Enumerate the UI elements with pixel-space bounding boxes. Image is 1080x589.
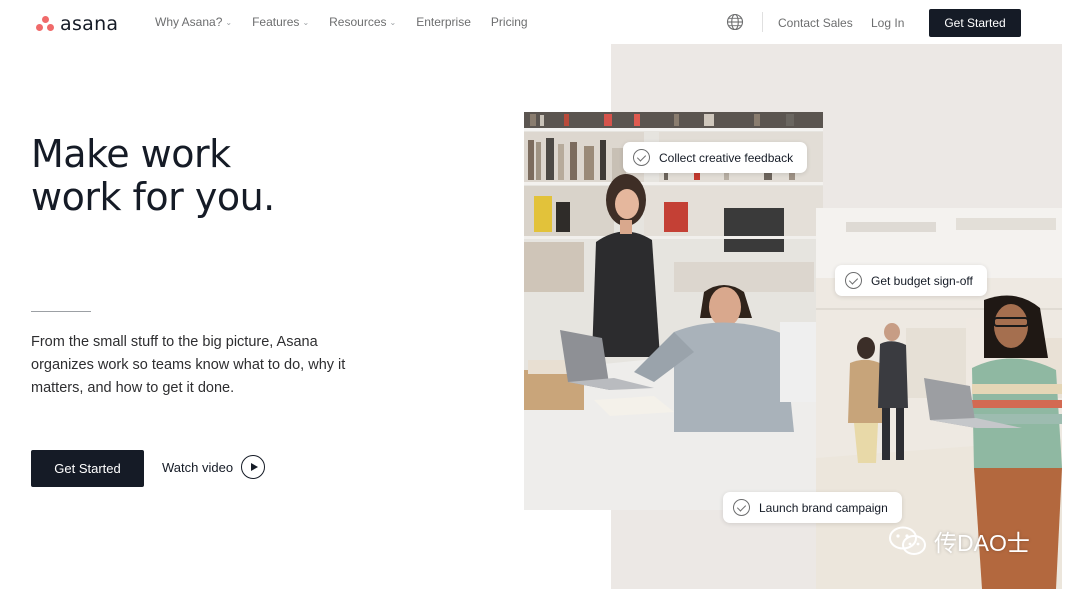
contact-sales-link[interactable]: Contact Sales bbox=[778, 16, 853, 30]
chevron-down-icon: ⌄ bbox=[389, 18, 397, 27]
nav-item-why-asana[interactable]: Why Asana? ⌄ bbox=[155, 15, 232, 29]
top-nav: asana Why Asana? ⌄ Features ⌄ Resources … bbox=[0, 0, 1080, 46]
watch-video-label: Watch video bbox=[162, 459, 234, 475]
task-label: Collect creative feedback bbox=[659, 150, 794, 165]
nav-item-label: Why Asana? bbox=[155, 15, 223, 29]
asana-logo[interactable]: asana bbox=[36, 13, 118, 35]
task-label: Launch brand campaign bbox=[759, 500, 888, 515]
nav-item-pricing[interactable]: Pricing bbox=[491, 15, 528, 29]
headline-line-1: Make work bbox=[31, 132, 231, 176]
check-circle-icon bbox=[845, 272, 862, 289]
watch-video-button[interactable]: Watch video bbox=[162, 455, 266, 479]
right-edge-gap bbox=[1062, 44, 1080, 589]
play-circle-icon bbox=[241, 455, 266, 479]
primary-nav: Why Asana? ⌄ Features ⌄ Resources ⌄ Ente… bbox=[155, 15, 548, 29]
wechat-watermark: 传DAO士 bbox=[888, 524, 1030, 558]
nav-item-features[interactable]: Features ⌄ bbox=[252, 15, 309, 29]
nav-item-enterprise[interactable]: Enterprise bbox=[416, 15, 471, 29]
nav-item-label: Resources bbox=[329, 15, 387, 29]
hero-divider bbox=[31, 311, 91, 312]
logo-wordmark: asana bbox=[60, 13, 119, 35]
nav-item-label: Features bbox=[252, 15, 300, 29]
nav-item-label: Pricing bbox=[490, 15, 528, 29]
logo-dots-icon bbox=[36, 16, 54, 32]
task-chip-launch-campaign: Launch brand campaign bbox=[723, 492, 902, 523]
chevron-down-icon: ⌄ bbox=[302, 18, 310, 27]
globe-icon[interactable] bbox=[726, 13, 744, 31]
nav-item-resources[interactable]: Resources ⌄ bbox=[329, 15, 396, 29]
task-chip-budget-signoff: Get budget sign-off bbox=[835, 265, 987, 296]
login-link[interactable]: Log In bbox=[871, 16, 904, 30]
nav-item-label: Enterprise bbox=[416, 15, 471, 29]
check-circle-icon bbox=[633, 149, 650, 166]
task-chip-collect-feedback: Collect creative feedback bbox=[623, 142, 808, 173]
wechat-icon bbox=[889, 526, 926, 555]
task-label: Get budget sign-off bbox=[871, 273, 973, 288]
watermark-text: 传DAO士 bbox=[934, 530, 1030, 556]
hero-get-started-button[interactable]: Get Started bbox=[31, 450, 144, 487]
headline-line-2: work for you. bbox=[31, 175, 275, 219]
nav-divider bbox=[762, 12, 763, 32]
nav-get-started-button[interactable]: Get Started bbox=[929, 9, 1021, 37]
hero-subtext: From the small stuff to the big picture,… bbox=[31, 334, 346, 396]
check-circle-icon bbox=[733, 499, 750, 516]
chevron-down-icon: ⌄ bbox=[225, 18, 233, 27]
hero-headline: Make work work for you. bbox=[31, 133, 275, 219]
